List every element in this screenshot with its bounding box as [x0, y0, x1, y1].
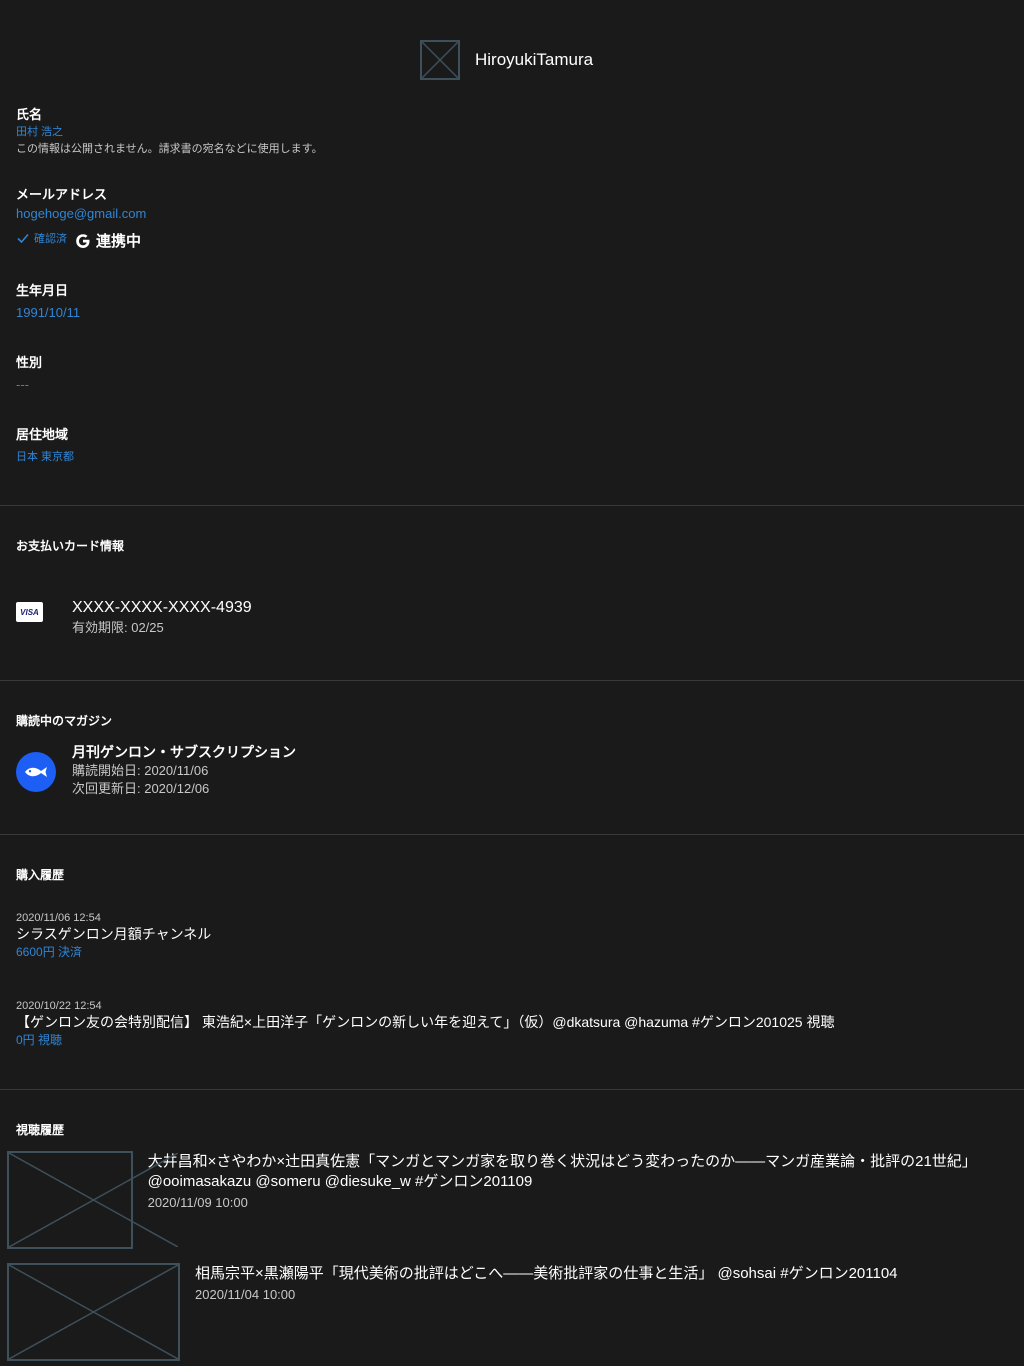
history-amount: 6600円 決済: [16, 945, 83, 959]
field-birthday-value[interactable]: 1991/10/11: [16, 304, 80, 322]
fish-icon: [16, 752, 56, 792]
divider: [0, 505, 1024, 506]
field-email-value[interactable]: hogehoge@gmail.com: [16, 205, 146, 223]
content-title[interactable]: 相馬宗平×黒瀬陽平「現代美術の批評はどこへ——美術批評家の仕事と生活」 @soh…: [195, 1264, 898, 1284]
field-gender-label: 性別: [16, 355, 43, 370]
field-birthday: 生年月日 1991/10/11: [16, 283, 80, 322]
content-date: 2020/11/04 10:00: [195, 1287, 296, 1302]
field-gender: 性別 ---: [16, 355, 42, 394]
field-name: 氏名 田村 浩之 この情報は公開されません。請求書の宛名などに使用します。: [16, 107, 323, 156]
email-verified: 確認済: [16, 230, 67, 246]
content-info: 大井昌和×さやわか×辻田真佐憲「マンガとマンガ家を取り巻く状況はどう変わったのか…: [148, 1152, 1024, 1212]
field-location-label: 居住地域: [16, 427, 69, 442]
google-icon: [76, 233, 90, 248]
content-info: 相馬宗平×黒瀬陽平「現代美術の批評はどこへ——美術批評家の仕事と生活」 @soh…: [195, 1264, 898, 1304]
subscription-name: 月刊ゲンロン・サブスクリプション: [72, 744, 296, 760]
content-thumbnail[interactable]: [7, 1263, 180, 1361]
subscription-next-date: 次回更新日: 2020/12/06: [72, 781, 210, 796]
payment-card[interactable]: VISA XXXX-XXXX-XXXX-4939 有効期限: 02/25: [16, 598, 252, 637]
history-date: 2020/11/06 12:54: [16, 912, 101, 924]
field-name-value[interactable]: 田村 浩之: [16, 125, 323, 139]
field-gender-value[interactable]: ---: [16, 376, 42, 394]
history-amount: 0円 視聴: [16, 1033, 63, 1047]
profile-header: HiroyukiTamura: [420, 38, 593, 82]
verified-label: 確認済: [34, 233, 67, 245]
content-title[interactable]: 大井昌和×さやわか×辻田真佐憲「マンガとマンガ家を取り巻く状況はどう変わったのか…: [148, 1152, 1024, 1192]
subscription-item[interactable]: 月刊ゲンロン・サブスクリプション 購読開始日: 2020/11/06 次回更新日…: [16, 742, 296, 798]
card-info: XXXX-XXXX-XXXX-4939 有効期限: 02/25: [72, 598, 252, 637]
subscription-start-date: 購読開始日: 2020/11/06: [72, 763, 209, 778]
field-name-desc: この情報は公開されません。請求書の宛名などに使用します。: [16, 143, 323, 155]
google-label: 連携中: [96, 233, 142, 250]
subscription-section-title: 購読中のマガジン: [16, 714, 113, 728]
check-icon: [17, 233, 29, 244]
content-item[interactable]: 大井昌和×さやわか×辻田真佐憲「マンガとマンガ家を取り巻く状況はどう変わったのか…: [7, 1151, 1024, 1249]
content-date: 2020/11/09 10:00: [147, 1195, 248, 1210]
history-title: 【ゲンロン友の会特別配信】 東浩紀×上田洋子「ゲンロンの新しい年を迎えて」（仮）…: [16, 1014, 835, 1030]
avatar: [420, 40, 460, 80]
content-thumbnail[interactable]: [7, 1151, 178, 1249]
field-name-label: 氏名: [16, 107, 43, 122]
history-item[interactable]: 2020/11/06 12:54 シラスゲンロン月額チャンネル 6600円 決済: [16, 911, 1006, 961]
google-link[interactable]: 連携中: [74, 230, 141, 251]
field-location-value[interactable]: 日本 東京都: [16, 448, 74, 466]
divider: [0, 834, 1024, 835]
divider: [0, 1089, 1024, 1090]
payment-section-title: お支払いカード情報: [16, 539, 125, 553]
card-number: XXXX-XXXX-XXXX-4939: [72, 599, 252, 616]
history-section-title: 購入履歴: [16, 868, 65, 882]
field-location: 居住地域 日本 東京都: [16, 427, 74, 466]
subscription-info: 月刊ゲンロン・サブスクリプション 購読開始日: 2020/11/06 次回更新日…: [72, 742, 296, 798]
contents-section-title: 視聴履歴: [16, 1123, 65, 1137]
field-birthday-label: 生年月日: [16, 283, 69, 298]
card-expiry: 有効期限: 02/25: [72, 620, 164, 635]
divider: [0, 680, 1024, 681]
visa-icon: VISA: [16, 602, 43, 622]
content-item[interactable]: 相馬宗平×黒瀬陽平「現代美術の批評はどこへ——美術批評家の仕事と生活」 @soh…: [7, 1263, 898, 1361]
field-email: メールアドレス hogehoge@gmail.com: [16, 187, 146, 223]
history-title: シラスゲンロン月額チャンネル: [16, 926, 212, 942]
history-date: 2020/10/22 12:54: [16, 1000, 102, 1012]
history-item[interactable]: 2020/10/22 12:54 【ゲンロン友の会特別配信】 東浩紀×上田洋子「…: [16, 999, 1006, 1049]
field-email-label: メールアドレス: [16, 187, 108, 202]
profile-name: HiroyukiTamura: [475, 50, 594, 69]
